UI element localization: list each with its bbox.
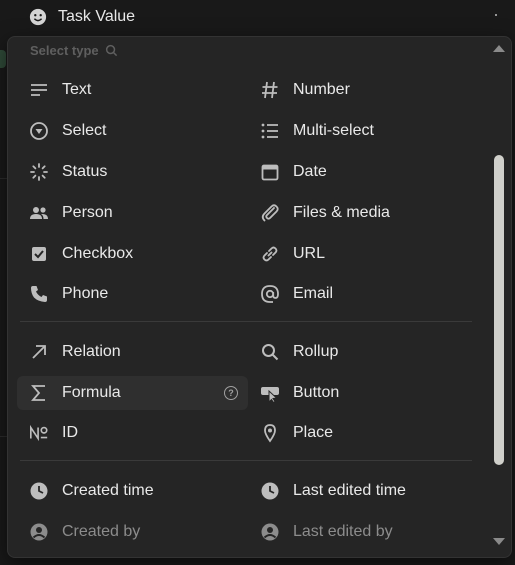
at-icon bbox=[259, 284, 281, 304]
type-option-number[interactable]: Number bbox=[248, 73, 479, 107]
type-option-formula[interactable]: Formula ? bbox=[17, 376, 248, 410]
type-option-created-by[interactable]: Created by bbox=[17, 515, 248, 549]
type-option-last-edited-by[interactable]: Last edited by bbox=[248, 515, 479, 549]
type-option-place[interactable]: Place bbox=[248, 416, 479, 450]
type-option-email[interactable]: Email bbox=[248, 277, 479, 311]
calendar-icon bbox=[259, 162, 281, 182]
type-option-label: Status bbox=[62, 163, 108, 180]
user-circle-icon bbox=[28, 522, 50, 542]
type-option-label: Created by bbox=[62, 523, 141, 540]
type-option-label: Button bbox=[293, 384, 340, 401]
type-option-label: Date bbox=[293, 163, 327, 180]
type-option-select[interactable]: Select bbox=[17, 114, 248, 148]
property-header: Task Value bbox=[0, 0, 515, 36]
type-option-label: Number bbox=[293, 81, 350, 98]
type-option-status[interactable]: Status bbox=[17, 155, 248, 189]
section-divider bbox=[20, 321, 472, 322]
type-option-label: Last edited time bbox=[293, 482, 406, 499]
property-type-menu: Select type Text Number Select Multi-sel… bbox=[7, 36, 512, 558]
scrollbar-thumb[interactable] bbox=[494, 155, 504, 465]
type-option-label: URL bbox=[293, 245, 326, 262]
list-icon bbox=[259, 121, 281, 141]
scroll-up-arrow-icon[interactable] bbox=[492, 43, 506, 53]
type-option-label: Rollup bbox=[293, 343, 339, 360]
type-option-rollup[interactable]: Rollup bbox=[248, 335, 479, 369]
type-option-date[interactable]: Date bbox=[248, 155, 479, 189]
magnifier-icon bbox=[259, 342, 281, 362]
cursor-button-icon bbox=[259, 383, 281, 403]
type-search[interactable]: Select type bbox=[30, 43, 118, 58]
type-option-multi-select[interactable]: Multi-select bbox=[248, 114, 479, 148]
phone-icon bbox=[28, 284, 50, 304]
type-option-label: Email bbox=[293, 285, 334, 302]
type-option-files-media[interactable]: Files & media bbox=[248, 196, 479, 230]
map-pin-icon bbox=[259, 423, 281, 443]
arrow-up-right-icon bbox=[28, 342, 50, 362]
type-option-label: Person bbox=[62, 204, 113, 221]
type-option-phone[interactable]: Phone bbox=[17, 277, 248, 311]
type-option-checkbox[interactable]: Checkbox bbox=[17, 237, 248, 271]
search-icon bbox=[105, 44, 117, 57]
type-option-created-time[interactable]: Created time bbox=[17, 474, 248, 508]
sigma-icon bbox=[28, 383, 50, 403]
type-option-label: Multi-select bbox=[293, 122, 374, 139]
type-option-person[interactable]: Person bbox=[17, 196, 248, 230]
status-spinner-icon bbox=[28, 162, 50, 182]
user-circle-icon bbox=[259, 522, 281, 542]
clock-icon bbox=[28, 481, 50, 501]
help-icon[interactable]: ? bbox=[224, 386, 238, 400]
clock-icon bbox=[259, 481, 281, 501]
hash-icon bbox=[259, 80, 281, 100]
type-option-last-edited-time[interactable]: Last edited time bbox=[248, 474, 479, 508]
type-option-label: ID bbox=[62, 424, 78, 441]
type-option-label: Relation bbox=[62, 343, 121, 360]
type-option-relation[interactable]: Relation bbox=[17, 335, 248, 369]
section-divider bbox=[20, 460, 472, 461]
checkbox-icon bbox=[28, 244, 50, 264]
type-option-label: Phone bbox=[62, 285, 109, 302]
type-option-button[interactable]: Button bbox=[248, 376, 479, 410]
type-option-label: Formula bbox=[62, 384, 121, 401]
type-option-text[interactable]: Text bbox=[17, 73, 248, 107]
type-option-url[interactable]: URL bbox=[248, 237, 479, 271]
background-tag bbox=[0, 50, 6, 68]
paperclip-icon bbox=[259, 203, 281, 223]
property-name[interactable]: Task Value bbox=[58, 8, 135, 26]
type-option-label: Text bbox=[62, 81, 92, 98]
type-option-label: Select bbox=[62, 122, 107, 139]
type-option-label: Files & media bbox=[293, 204, 390, 221]
scroll-down-arrow-icon[interactable] bbox=[492, 537, 506, 547]
text-lines-icon bbox=[28, 80, 50, 100]
smile-icon bbox=[29, 8, 47, 26]
search-input[interactable]: Select type bbox=[30, 43, 99, 58]
type-option-label: Last edited by bbox=[293, 523, 393, 540]
link-icon bbox=[259, 244, 281, 264]
type-option-label: Place bbox=[293, 424, 334, 441]
select-circle-icon bbox=[28, 121, 50, 141]
type-option-id[interactable]: ID bbox=[17, 416, 248, 450]
people-icon bbox=[28, 203, 50, 223]
type-option-label: Created time bbox=[62, 482, 154, 499]
type-option-label: Checkbox bbox=[62, 245, 134, 262]
more-dot bbox=[495, 14, 497, 16]
numero-icon bbox=[28, 423, 50, 443]
